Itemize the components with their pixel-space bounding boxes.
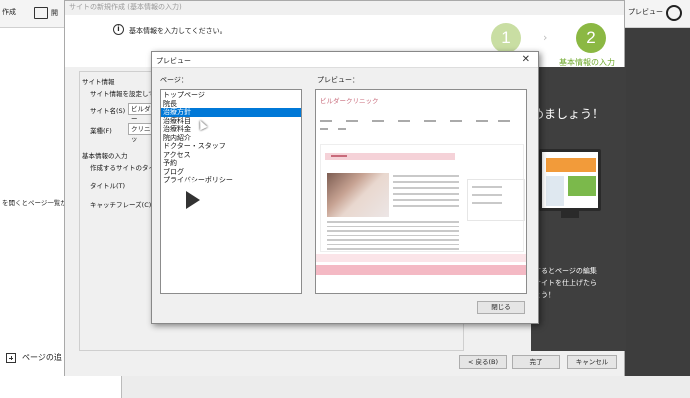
nav-link [498,120,510,122]
nav-link [450,120,462,122]
step-1-indicator: 1 [491,23,521,53]
nav-link [424,120,436,122]
text-line [393,193,459,195]
site-footer [316,265,526,275]
wizard-title: サイトの新規作成 (基本情報の入力) [69,3,182,11]
promo-line-1: するとページの編集 [534,267,597,275]
nav-link [476,120,488,122]
toolbar-preview-label: プレビュー [628,8,663,16]
text-line [393,205,459,207]
text-line [327,230,459,232]
doctor-photo [327,173,389,217]
cancel-button[interactable]: キャンセル [567,355,617,369]
text-line [393,175,459,177]
text-line [393,199,459,201]
text-line [393,181,459,183]
monitor-stand [561,211,579,218]
page-list-item[interactable]: 治療料金 [161,125,301,134]
plus-icon [6,352,16,363]
promo-text: するとページの編集 サイトを仕上げたら ょう！ [534,265,597,301]
back-button[interactable]: < 戻る(B) [459,355,507,369]
page-list-hint: を開くとページ一覧が表 [2,199,74,207]
nav-link [338,128,346,130]
basic-info-group-label: 基本情報の入力 [82,152,128,160]
play-icon[interactable] [170,180,210,220]
toolbar-preview-button[interactable]: プレビュー [628,7,663,17]
page-list-item[interactable]: 院内紹介 [161,134,301,143]
page-list-item[interactable]: アクセス [161,151,301,160]
industry-select[interactable]: クリニッ [128,123,152,143]
sidebar-line [472,202,502,204]
preview-dialog: プレビュー ✕ ページ： トップページ 院長 治療方針 治療科目 治療料金 院内紹介 ドクタ… [151,51,539,324]
close-icon[interactable]: ✕ [522,54,530,65]
text-line [327,221,459,223]
folder-icon [34,7,48,19]
preview-titlebar: プレビュー ✕ [152,52,538,68]
app-bottom-area [122,376,690,398]
site-content [320,144,525,252]
page-list-item[interactable]: 治療方針 [161,108,301,117]
pages-label: ページ： [160,76,188,84]
promo-line-2: サイトを仕上げたら [534,279,597,287]
site-nav [320,118,522,138]
site-preview-frame: ビルダークリニック [315,89,527,294]
section-header-bar [325,153,455,160]
preview-label: プレビュー： [317,76,359,84]
app-right-panel [625,46,690,398]
sidebar-line [472,186,502,188]
text-line [327,225,459,227]
wizard-info-text: 基本情報を入力してください。 [129,27,227,35]
catchphrase-label: キャッチフレーズ(C) [90,201,152,209]
page-list-item[interactable]: ドクター・スタッフ [161,142,301,151]
toolbar-open-label: 開 [51,9,58,17]
text-line [327,239,459,241]
site-name-label: サイト名(S) [90,107,126,115]
globe-icon[interactable] [666,5,682,21]
close-button[interactable]: 閉じる [477,301,525,314]
toolbar-open-button[interactable]: 開 [34,7,58,19]
wizard-promo-panel: めましょう！ するとページの編集 サイトを仕上げたら ょう！ [531,67,626,351]
page-list-item[interactable]: 治療科目 [161,117,301,126]
site-name-field[interactable]: ビルダー [128,103,152,123]
title-label: タイトル(T) [90,182,126,190]
site-info-group-label: サイト情報 [82,78,115,86]
industry-label: 業種(F) [90,127,112,135]
text-line [393,187,459,189]
page-list-item[interactable]: トップページ [161,91,301,100]
page-list-item[interactable]: ブログ [161,168,301,177]
site-footer-bar [316,254,526,262]
step-2-indicator: 2 [576,23,606,53]
preview-title: プレビュー [156,57,191,65]
sidebar-box [467,179,525,221]
nav-link [398,120,410,122]
page-list-item[interactable]: 予約 [161,159,301,168]
toolbar-create-label: 作成 [2,8,16,16]
monitor-banner [546,158,596,172]
finish-button[interactable]: 完了 [512,355,560,369]
add-page-label: ページの追 [22,353,62,362]
page-list-item[interactable]: 院長 [161,100,301,109]
monitor-block-blue [546,176,564,206]
nav-link [346,120,358,122]
nav-link [320,120,332,122]
nav-link [372,120,384,122]
promo-line-3: ょう！ [534,291,555,299]
sidebar-line [472,194,502,196]
info-icon: i [113,24,124,35]
text-line [327,234,459,236]
chevron-right-icon: › [543,31,548,44]
add-page-button[interactable]: ページの追 [6,352,62,363]
promo-heading: めましょう！ [532,107,605,121]
toolbar-create-button[interactable]: 作成 [2,7,16,17]
text-line [327,243,459,245]
text-line [327,248,459,250]
monitor-block-green [568,176,596,196]
nav-link [320,128,328,130]
monitor-illustration [539,149,601,211]
site-title: ビルダークリニック [320,97,379,105]
section-header-label [331,155,347,157]
